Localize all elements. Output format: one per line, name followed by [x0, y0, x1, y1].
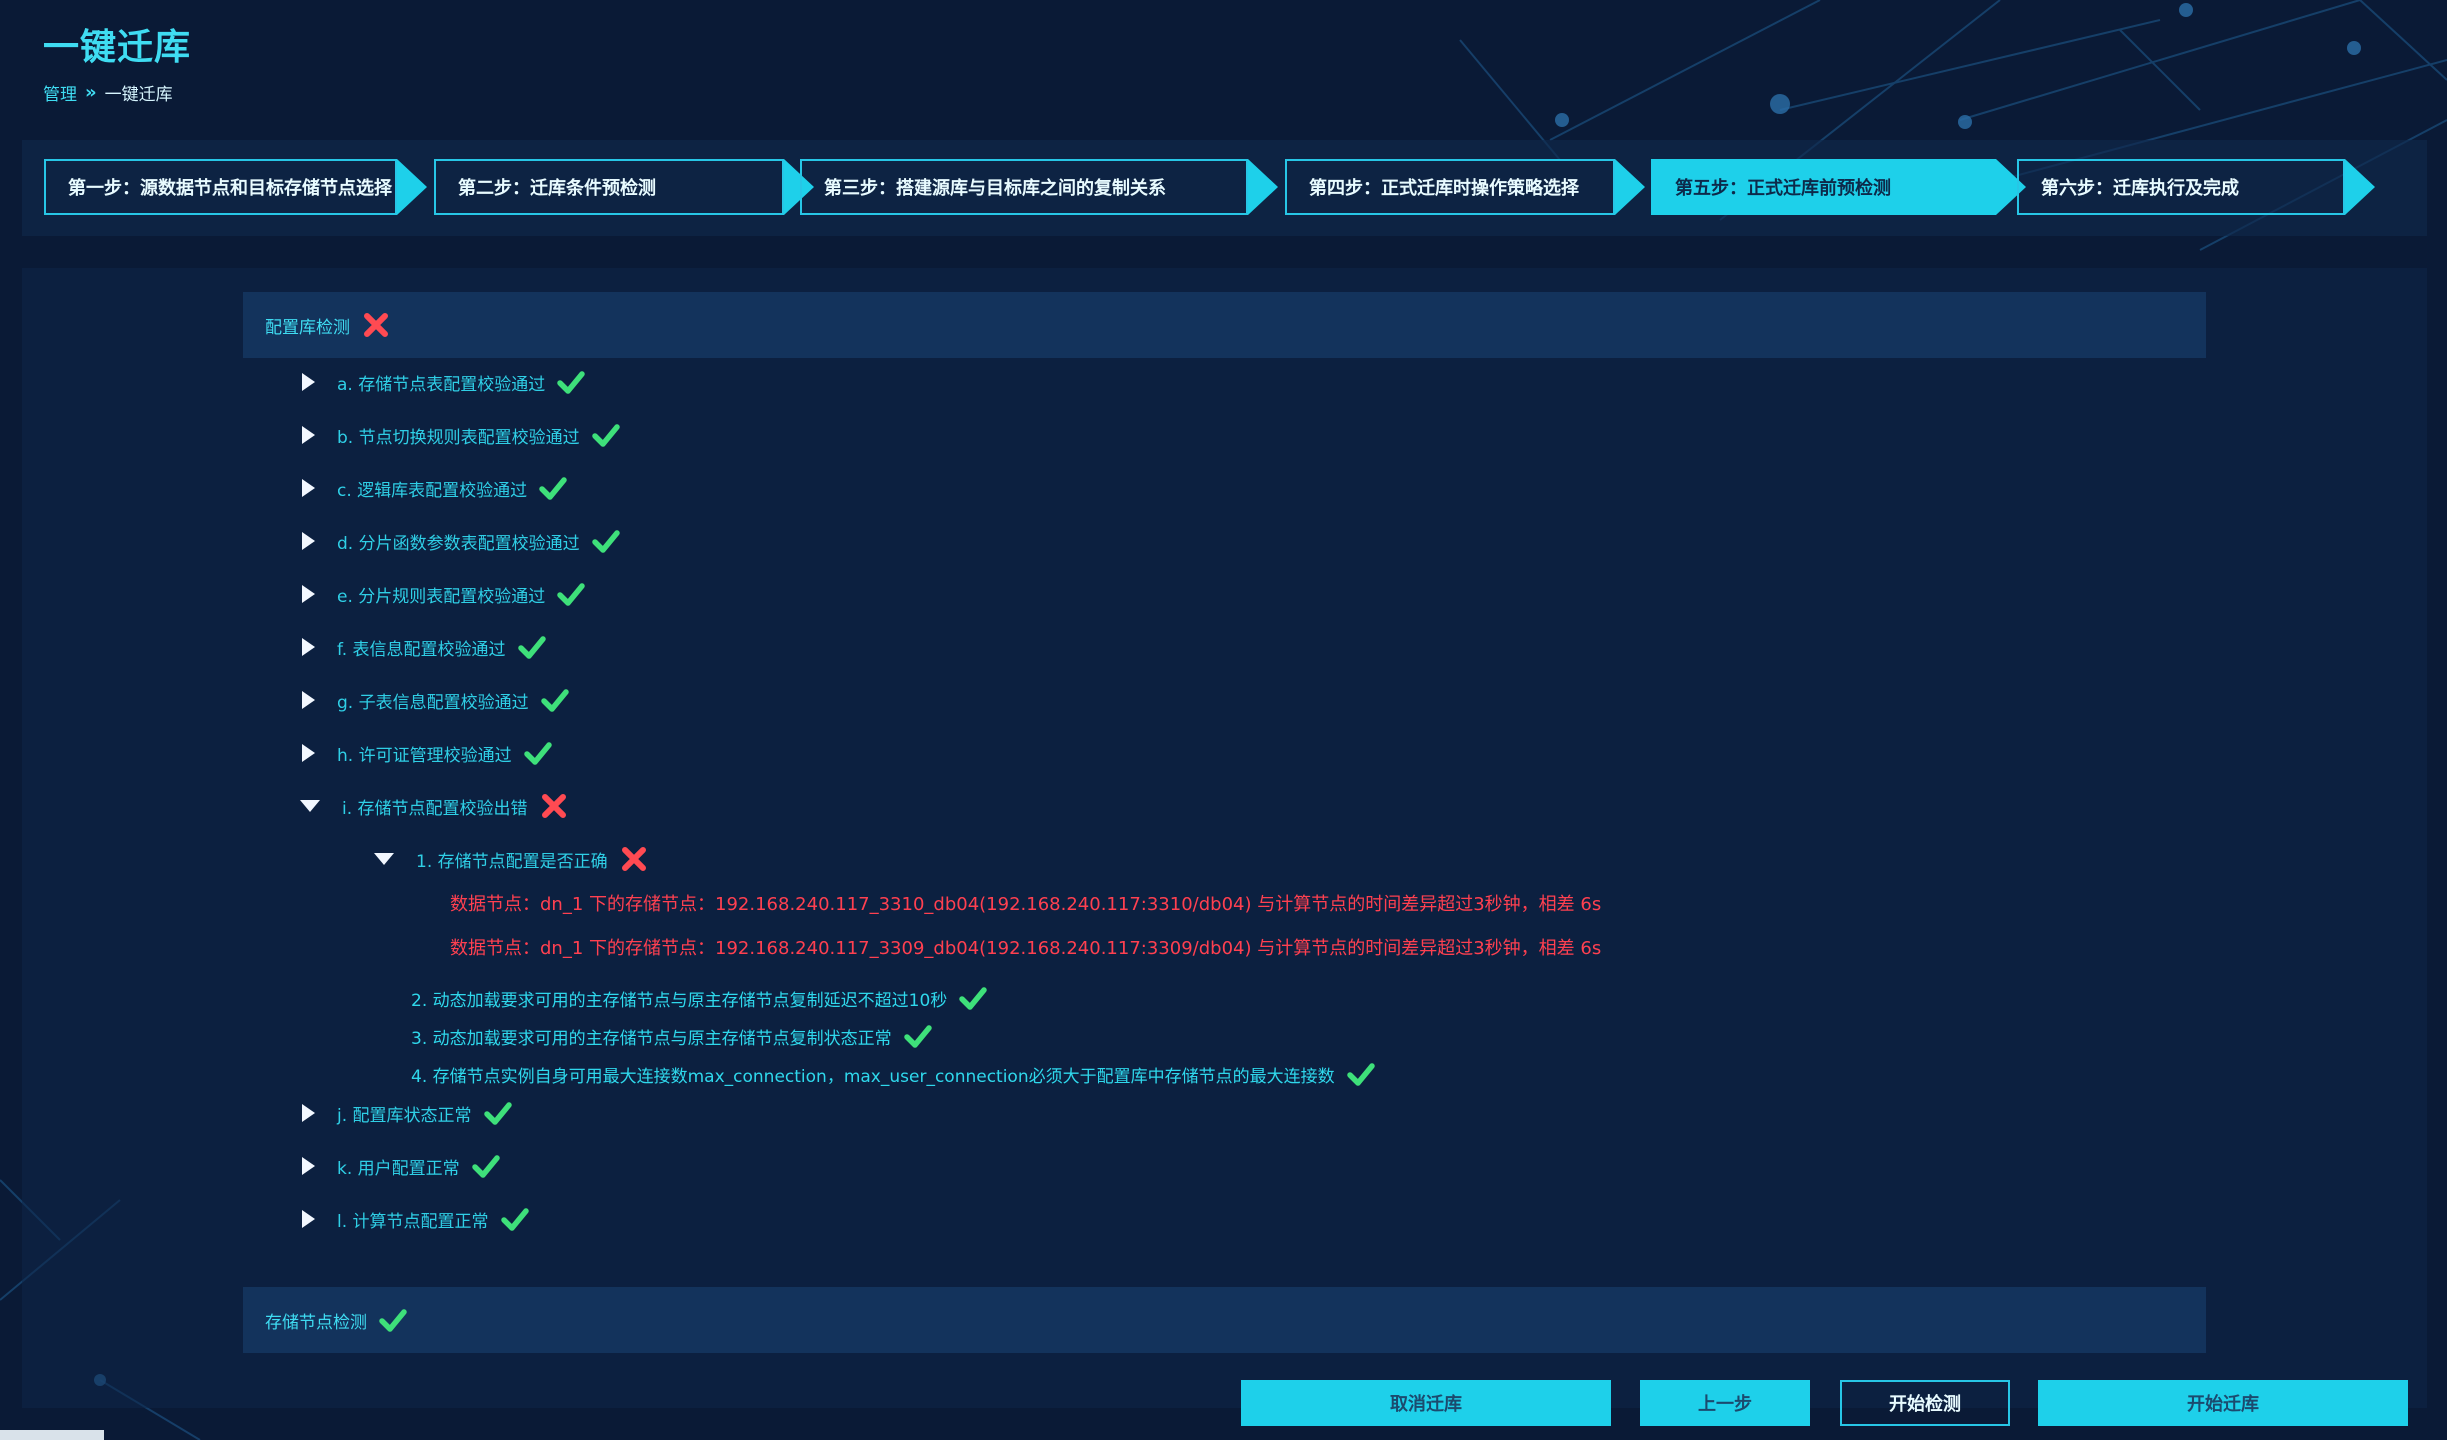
- previous-step-button[interactable]: 上一步: [1640, 1380, 1810, 1426]
- step-1[interactable]: 第一步：源数据节点和目标存储节点选择: [44, 159, 397, 215]
- storage-check-header[interactable]: 存储节点检测: [243, 1287, 2206, 1353]
- breadcrumb-separator: »: [85, 82, 97, 103]
- expand-arrow-icon[interactable]: [302, 585, 315, 603]
- step-5[interactable]: 第五步：正式迁库前预检测: [1651, 159, 1996, 215]
- tree-item-c[interactable]: c. 逻辑库表配置校验通过: [302, 468, 567, 508]
- collapse-arrow-icon[interactable]: [300, 800, 320, 812]
- step-4-arrow-icon: [1615, 159, 1645, 215]
- check-icon: [1346, 1063, 1375, 1086]
- step-6[interactable]: 第六步：迁库执行及完成: [2017, 159, 2345, 215]
- tree-item-e[interactable]: e. 分片规则表配置校验通过: [302, 574, 586, 614]
- check-icon: [557, 583, 586, 606]
- page-title: 一键迁库: [43, 27, 192, 68]
- tree-subitem-4: 4. 存储节点实例自身可用最大连接数max_connection，max_use…: [411, 1056, 1375, 1092]
- tree-item-k[interactable]: k. 用户配置正常: [302, 1146, 500, 1186]
- check-icon: [540, 689, 569, 712]
- tree-item-b[interactable]: b. 节点切换规则表配置校验通过: [302, 415, 620, 455]
- start-migration-button[interactable]: 开始迁库: [2038, 1380, 2408, 1426]
- tree-subitem-3: 3. 动态加载要求可用的主存储节点与原主存储节点复制状态正常: [411, 1018, 932, 1054]
- check-icon: [471, 1155, 500, 1178]
- check-icon: [591, 424, 620, 447]
- tree-subitem-label: 4. 存储节点实例自身可用最大连接数max_connection，max_use…: [411, 1066, 1335, 1087]
- tree-item-label: j. 配置库状态正常: [337, 1105, 472, 1126]
- expand-arrow-icon[interactable]: [302, 691, 315, 709]
- tree-item-label: b. 节点切换规则表配置校验通过: [337, 427, 580, 448]
- tree-item-j[interactable]: j. 配置库状态正常: [302, 1093, 512, 1133]
- check-icon: [959, 987, 988, 1010]
- tree-subitem-label: 2. 动态加载要求可用的主存储节点与原主存储节点复制延迟不超过10秒: [411, 990, 948, 1011]
- fail-x-icon: [364, 313, 388, 337]
- expand-arrow-icon[interactable]: [302, 426, 315, 444]
- step-3-arrow-icon: [1248, 159, 1278, 215]
- error-message: 数据节点：dn_1 下的存储节点：192.168.240.117_3309_db…: [450, 938, 1602, 959]
- expand-arrow-icon[interactable]: [302, 479, 315, 497]
- check-icon: [379, 1309, 407, 1332]
- check-icon: [539, 477, 567, 500]
- tree-item-i[interactable]: i. 存储节点配置校验出错: [300, 786, 568, 826]
- cancel-migration-button[interactable]: 取消迁库: [1241, 1380, 1611, 1426]
- check-icon: [557, 371, 585, 394]
- tree-item-label: h. 许可证管理校验通过: [337, 745, 512, 766]
- fail-x-icon: [541, 794, 566, 818]
- tree-item-label: f. 表信息配置校验通过: [337, 639, 506, 660]
- tree-item-g[interactable]: g. 子表信息配置校验通过: [302, 680, 569, 720]
- tree-item-d[interactable]: d. 分片函数参数表配置校验通过: [302, 521, 620, 561]
- expand-arrow-icon[interactable]: [302, 1210, 315, 1228]
- breadcrumb-current: 一键迁库: [104, 85, 173, 105]
- expand-arrow-icon[interactable]: [302, 744, 315, 762]
- collapse-arrow-icon[interactable]: [374, 853, 394, 865]
- tree-item-h[interactable]: h. 许可证管理校验通过: [302, 733, 552, 773]
- tree-item-label: i. 存储节点配置校验出错: [342, 798, 528, 819]
- tree-subitem-1[interactable]: 1. 存储节点配置是否正确: [374, 839, 648, 879]
- tree-subitem-label: 3. 动态加载要求可用的主存储节点与原主存储节点复制状态正常: [411, 1028, 892, 1049]
- tree-item-a[interactable]: a. 存储节点表配置校验通过: [302, 362, 585, 402]
- step-6-arrow-icon: [2345, 159, 2375, 215]
- breadcrumb-root[interactable]: 管理: [43, 80, 77, 105]
- check-icon: [591, 530, 620, 553]
- step-4[interactable]: 第四步：正式迁库时操作策略选择: [1285, 159, 1615, 215]
- tree-item-l[interactable]: l. 计算节点配置正常: [302, 1199, 529, 1239]
- start-check-button[interactable]: 开始检测: [1840, 1380, 2010, 1426]
- check-icon: [483, 1102, 512, 1125]
- step-3[interactable]: 第三步：搭建源库与目标库之间的复制关系: [800, 159, 1248, 215]
- tree-item-label: l. 计算节点配置正常: [337, 1211, 489, 1232]
- check-icon: [523, 742, 552, 765]
- breadcrumb: 管理 » 一键迁库: [43, 80, 173, 105]
- expand-arrow-icon[interactable]: [302, 1157, 315, 1175]
- config-check-header[interactable]: 配置库检测: [243, 292, 2206, 358]
- tree-item-label: c. 逻辑库表配置校验通过: [337, 480, 528, 501]
- tree-item-label: g. 子表信息配置校验通过: [337, 692, 529, 713]
- expand-arrow-icon[interactable]: [302, 532, 315, 550]
- tree-subitem-label: 1. 存储节点配置是否正确: [416, 851, 608, 872]
- bottom-tab-stub: [0, 1430, 104, 1440]
- tree-item-label: d. 分片函数参数表配置校验通过: [337, 533, 580, 554]
- fail-x-icon: [621, 847, 646, 871]
- config-check-label: 配置库检测: [265, 317, 350, 338]
- tree-item-label: k. 用户配置正常: [337, 1158, 460, 1179]
- storage-check-label: 存储节点检测: [265, 1312, 367, 1333]
- tree-subitem-2: 2. 动态加载要求可用的主存储节点与原主存储节点复制延迟不超过10秒: [411, 980, 988, 1016]
- expand-arrow-icon[interactable]: [302, 638, 315, 656]
- check-icon: [500, 1208, 529, 1231]
- step-2[interactable]: 第二步：迁库条件预检测: [434, 159, 784, 215]
- step-1-arrow-icon: [397, 159, 427, 215]
- check-icon: [517, 636, 546, 659]
- tree-item-label: a. 存储节点表配置校验通过: [337, 374, 546, 395]
- expand-arrow-icon[interactable]: [302, 373, 315, 391]
- wizard-stepper: 第一步：源数据节点和目标存储节点选择 第二步：迁库条件预检测 第三步：搭建源库与…: [22, 140, 2427, 236]
- tree-item-label: e. 分片规则表配置校验通过: [337, 586, 546, 607]
- check-icon: [903, 1025, 932, 1048]
- error-message: 数据节点：dn_1 下的存储节点：192.168.240.117_3310_db…: [450, 894, 1602, 915]
- expand-arrow-icon[interactable]: [302, 1104, 315, 1122]
- tree-item-f[interactable]: f. 表信息配置校验通过: [302, 627, 546, 667]
